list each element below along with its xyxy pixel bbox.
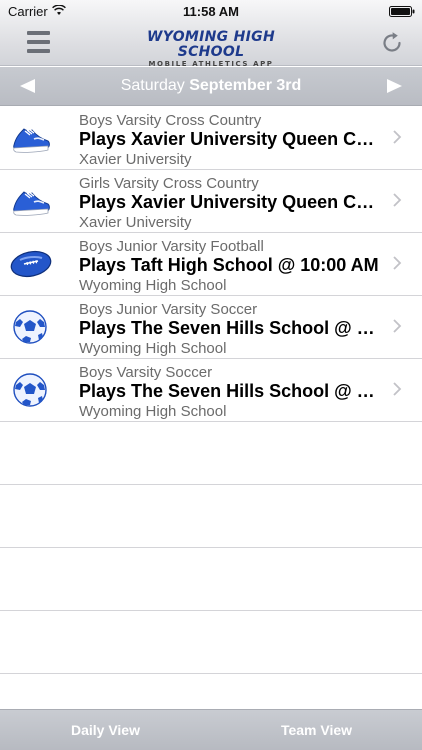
empty-row bbox=[0, 611, 422, 674]
event-sport: Boys Junior Varsity Soccer bbox=[79, 301, 258, 318]
event-title: Plays Xavier University Queen City Invit… bbox=[79, 192, 379, 212]
events-list: Boys Varsity Cross Country Plays Xavier … bbox=[0, 107, 422, 674]
event-row[interactable]: Boys Varsity Cross Country Plays Xavier … bbox=[0, 107, 422, 170]
event-venue: Wyoming High School bbox=[79, 340, 227, 357]
status-bar: Carrier 11:58 AM bbox=[0, 0, 422, 22]
event-venue: Xavier University bbox=[79, 151, 192, 168]
event-sport: Boys Varsity Soccer bbox=[79, 364, 213, 381]
app-logo: WYOMING HIGH SCHOOL MOBILE ATHLETICS APP bbox=[121, 29, 301, 69]
soccer-ball-icon bbox=[13, 373, 47, 407]
date-bar: Saturday September 3rd bbox=[0, 67, 422, 106]
event-title: Plays Taft High School @ 10:00 AM bbox=[79, 255, 379, 275]
empty-row bbox=[0, 485, 422, 548]
event-title: Plays The Seven Hills School @ 11:30 AM bbox=[79, 381, 379, 401]
chevron-right-icon bbox=[393, 382, 402, 396]
event-venue: Xavier University bbox=[79, 214, 192, 231]
empty-row bbox=[0, 548, 422, 611]
football-icon bbox=[10, 250, 52, 278]
bottom-tab-bar: Daily View Team View bbox=[0, 709, 422, 750]
previous-day-arrow-icon[interactable] bbox=[14, 75, 44, 97]
event-row[interactable]: Boys Varsity Soccer Plays The Seven Hill… bbox=[0, 359, 422, 422]
chevron-right-icon bbox=[393, 130, 402, 144]
refresh-icon[interactable] bbox=[380, 31, 404, 55]
chevron-right-icon bbox=[393, 319, 402, 333]
event-venue: Wyoming High School bbox=[79, 277, 227, 294]
event-row[interactable]: Girls Varsity Cross Country Plays Xavier… bbox=[0, 170, 422, 233]
empty-row bbox=[0, 422, 422, 485]
running-shoe-icon bbox=[13, 128, 50, 153]
running-shoe-icon bbox=[13, 191, 50, 216]
event-sport: Girls Varsity Cross Country bbox=[79, 175, 259, 192]
tab-daily-view[interactable]: Daily View bbox=[0, 710, 211, 750]
next-day-arrow-icon[interactable] bbox=[378, 75, 408, 97]
battery-icon bbox=[389, 6, 415, 17]
logo-title: WYOMING HIGH SCHOOL bbox=[147, 29, 275, 60]
event-sport: Boys Junior Varsity Football bbox=[79, 238, 264, 255]
event-row[interactable]: Boys Junior Varsity Football Plays Taft … bbox=[0, 233, 422, 296]
app: Carrier 11:58 AM WYOMING HIGH SCHOOL MOB… bbox=[0, 0, 422, 750]
tab-team-view[interactable]: Team View bbox=[211, 710, 422, 750]
date-month-day: September 3rd bbox=[189, 77, 302, 94]
event-title: Plays The Seven Hills School @ 10:00 AM bbox=[79, 318, 379, 338]
status-time: 11:58 AM bbox=[183, 4, 239, 19]
event-row[interactable]: Boys Junior Varsity Soccer Plays The Sev… bbox=[0, 296, 422, 359]
date-weekday: Saturday bbox=[120, 77, 185, 94]
hamburger-menu-icon[interactable] bbox=[27, 31, 50, 53]
event-title: Plays Xavier University Queen City Invit… bbox=[79, 129, 379, 149]
chevron-right-icon bbox=[393, 193, 402, 207]
event-venue: Wyoming High School bbox=[79, 403, 227, 420]
chevron-right-icon bbox=[393, 256, 402, 270]
event-sport: Boys Varsity Cross Country bbox=[79, 112, 262, 129]
current-date: Saturday September 3rd bbox=[60, 77, 362, 95]
soccer-ball-icon bbox=[13, 310, 47, 344]
header: Carrier 11:58 AM WYOMING HIGH SCHOOL MOB… bbox=[0, 0, 422, 69]
